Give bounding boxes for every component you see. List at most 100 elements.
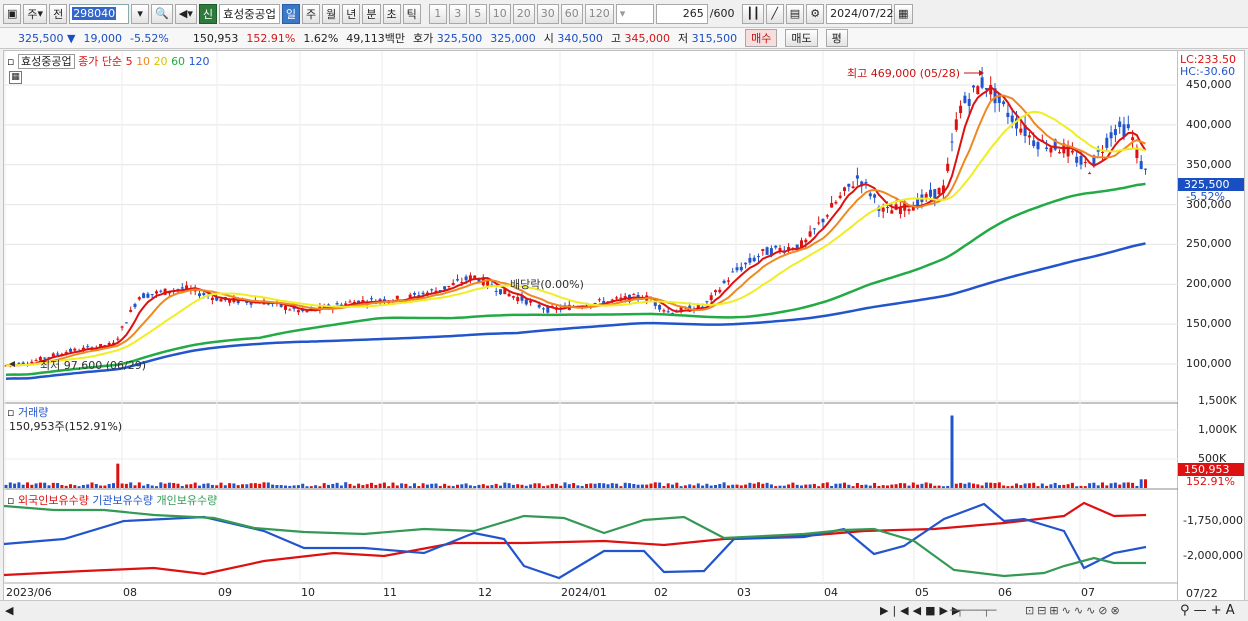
volume-bar	[13, 483, 17, 488]
tab-second[interactable]: 초	[382, 3, 401, 24]
volume-bar	[864, 484, 868, 488]
volume-bar	[163, 483, 167, 488]
candle-body	[198, 293, 201, 297]
new-badge[interactable]: 신	[198, 3, 217, 24]
holding-close-icon[interactable]: ▫	[7, 494, 14, 507]
candle-body	[1088, 173, 1092, 175]
candle-body	[116, 338, 120, 340]
volume-bar	[236, 485, 240, 488]
volume-bar	[524, 485, 528, 488]
candle-body	[395, 295, 399, 299]
candle-body	[873, 194, 877, 198]
table-icon[interactable]: ▦	[9, 71, 22, 84]
volume-bar	[73, 485, 77, 488]
tab-minute[interactable]: 분	[362, 3, 381, 24]
eval-button[interactable]: 평	[825, 29, 848, 47]
interval-3[interactable]: 3	[448, 3, 467, 24]
interval-1[interactable]: 1	[428, 3, 447, 24]
volume-bar	[159, 482, 163, 488]
candle-body	[1083, 162, 1087, 164]
volume-bar	[223, 485, 227, 488]
volume-bar	[649, 483, 653, 488]
candle-body	[757, 256, 760, 258]
dividend-note: 배당락(0.00%)	[510, 278, 584, 291]
volume-bar	[636, 484, 640, 488]
candle-body	[1075, 156, 1079, 163]
chart-area[interactable]: ▫ 효성중공업 종가 단순 5 10 20 60 120 ▦ 최고 469,00…	[3, 50, 1179, 603]
volume-bar	[1036, 486, 1040, 488]
count-input[interactable]: 265	[655, 3, 708, 24]
volume-tick: 1,500K	[1198, 394, 1237, 407]
code-dropdown-icon[interactable]: ▾	[131, 3, 150, 24]
volume-bar	[946, 485, 950, 488]
gear-icon[interactable]: ⚙	[806, 3, 825, 24]
close-box-icon[interactable]: ▫	[7, 55, 14, 68]
draw-tool-icon[interactable]: ╱	[765, 3, 784, 24]
scroll-left-icon[interactable]: ◀	[5, 604, 13, 617]
volume-bar	[1101, 482, 1104, 488]
zoom-slider[interactable]: ─┬───┬─	[950, 604, 996, 617]
volume-bar	[1053, 482, 1057, 488]
zoom-controls[interactable]: ⚲ — + A	[1180, 603, 1235, 618]
candle-body	[1109, 132, 1113, 139]
volume-bar	[155, 486, 158, 488]
view-tools[interactable]: ⊡⊟⊞∿∿∿⊘⊗	[1025, 604, 1123, 617]
volume-bar	[778, 485, 782, 488]
candle-body	[1058, 152, 1061, 154]
candle-body	[219, 299, 223, 302]
volume-bar	[335, 482, 339, 488]
low-price: 315,500	[691, 32, 738, 45]
tab-week[interactable]: 주	[302, 3, 321, 24]
high-label: 고	[610, 32, 622, 45]
buy-button[interactable]: 매수	[745, 29, 778, 47]
volume-bar	[112, 483, 115, 488]
volume-bar	[838, 483, 842, 488]
interval-120[interactable]: 120	[584, 3, 614, 24]
candle-body	[1139, 161, 1143, 170]
market-select[interactable]: 주 ▾	[23, 3, 48, 24]
volume-bar	[559, 485, 563, 488]
stock-code-input[interactable]: 298040	[69, 3, 130, 24]
period-select[interactable]: 전	[49, 3, 68, 24]
search-icon[interactable]: 🔍	[151, 3, 173, 24]
interval-60[interactable]: 60	[560, 3, 583, 24]
volume-bar	[1058, 485, 1061, 488]
volume-bar	[1002, 485, 1006, 488]
volume-bar	[245, 484, 249, 488]
interval-dropdown[interactable]: ▾	[615, 3, 654, 24]
candle-body	[731, 271, 735, 273]
interval-10[interactable]: 10	[488, 3, 511, 24]
volume-bar	[107, 483, 111, 488]
save-icon[interactable]: ▤	[785, 3, 805, 24]
candle-body	[722, 280, 726, 284]
volume-bar	[658, 482, 662, 488]
volume-bar	[64, 485, 68, 488]
volume-bar	[937, 485, 941, 488]
sell-button[interactable]: 매도	[785, 29, 818, 47]
volume-bar	[8, 482, 12, 488]
tab-month[interactable]: 월	[322, 3, 341, 24]
volume-bar	[142, 485, 146, 488]
candle-icon[interactable]: ┃┃	[742, 3, 764, 24]
interval-5[interactable]: 5	[468, 3, 487, 24]
volume-bar	[1122, 482, 1126, 488]
candle-body	[124, 322, 128, 324]
candle-body	[150, 294, 154, 296]
date-input[interactable]: 2024/07/22	[826, 3, 894, 24]
interval-30[interactable]: 30	[536, 3, 559, 24]
tab-tick[interactable]: 틱	[402, 3, 421, 24]
volume-bar	[185, 484, 189, 488]
ma10-label: 10	[136, 55, 151, 68]
candle-body	[288, 309, 292, 311]
volume-bar	[1066, 484, 1070, 488]
calendar-icon[interactable]: ▦	[894, 3, 913, 24]
volume-bar	[808, 484, 812, 488]
volume-bar	[894, 484, 898, 488]
volume-bar	[984, 482, 988, 488]
tab-day[interactable]: 일	[281, 3, 301, 24]
volume-bar	[137, 482, 141, 488]
speaker-icon[interactable]: ◀▾	[174, 3, 197, 24]
tab-year[interactable]: 년	[342, 3, 361, 24]
window-icon[interactable]: ▣	[3, 3, 22, 24]
interval-20[interactable]: 20	[512, 3, 535, 24]
